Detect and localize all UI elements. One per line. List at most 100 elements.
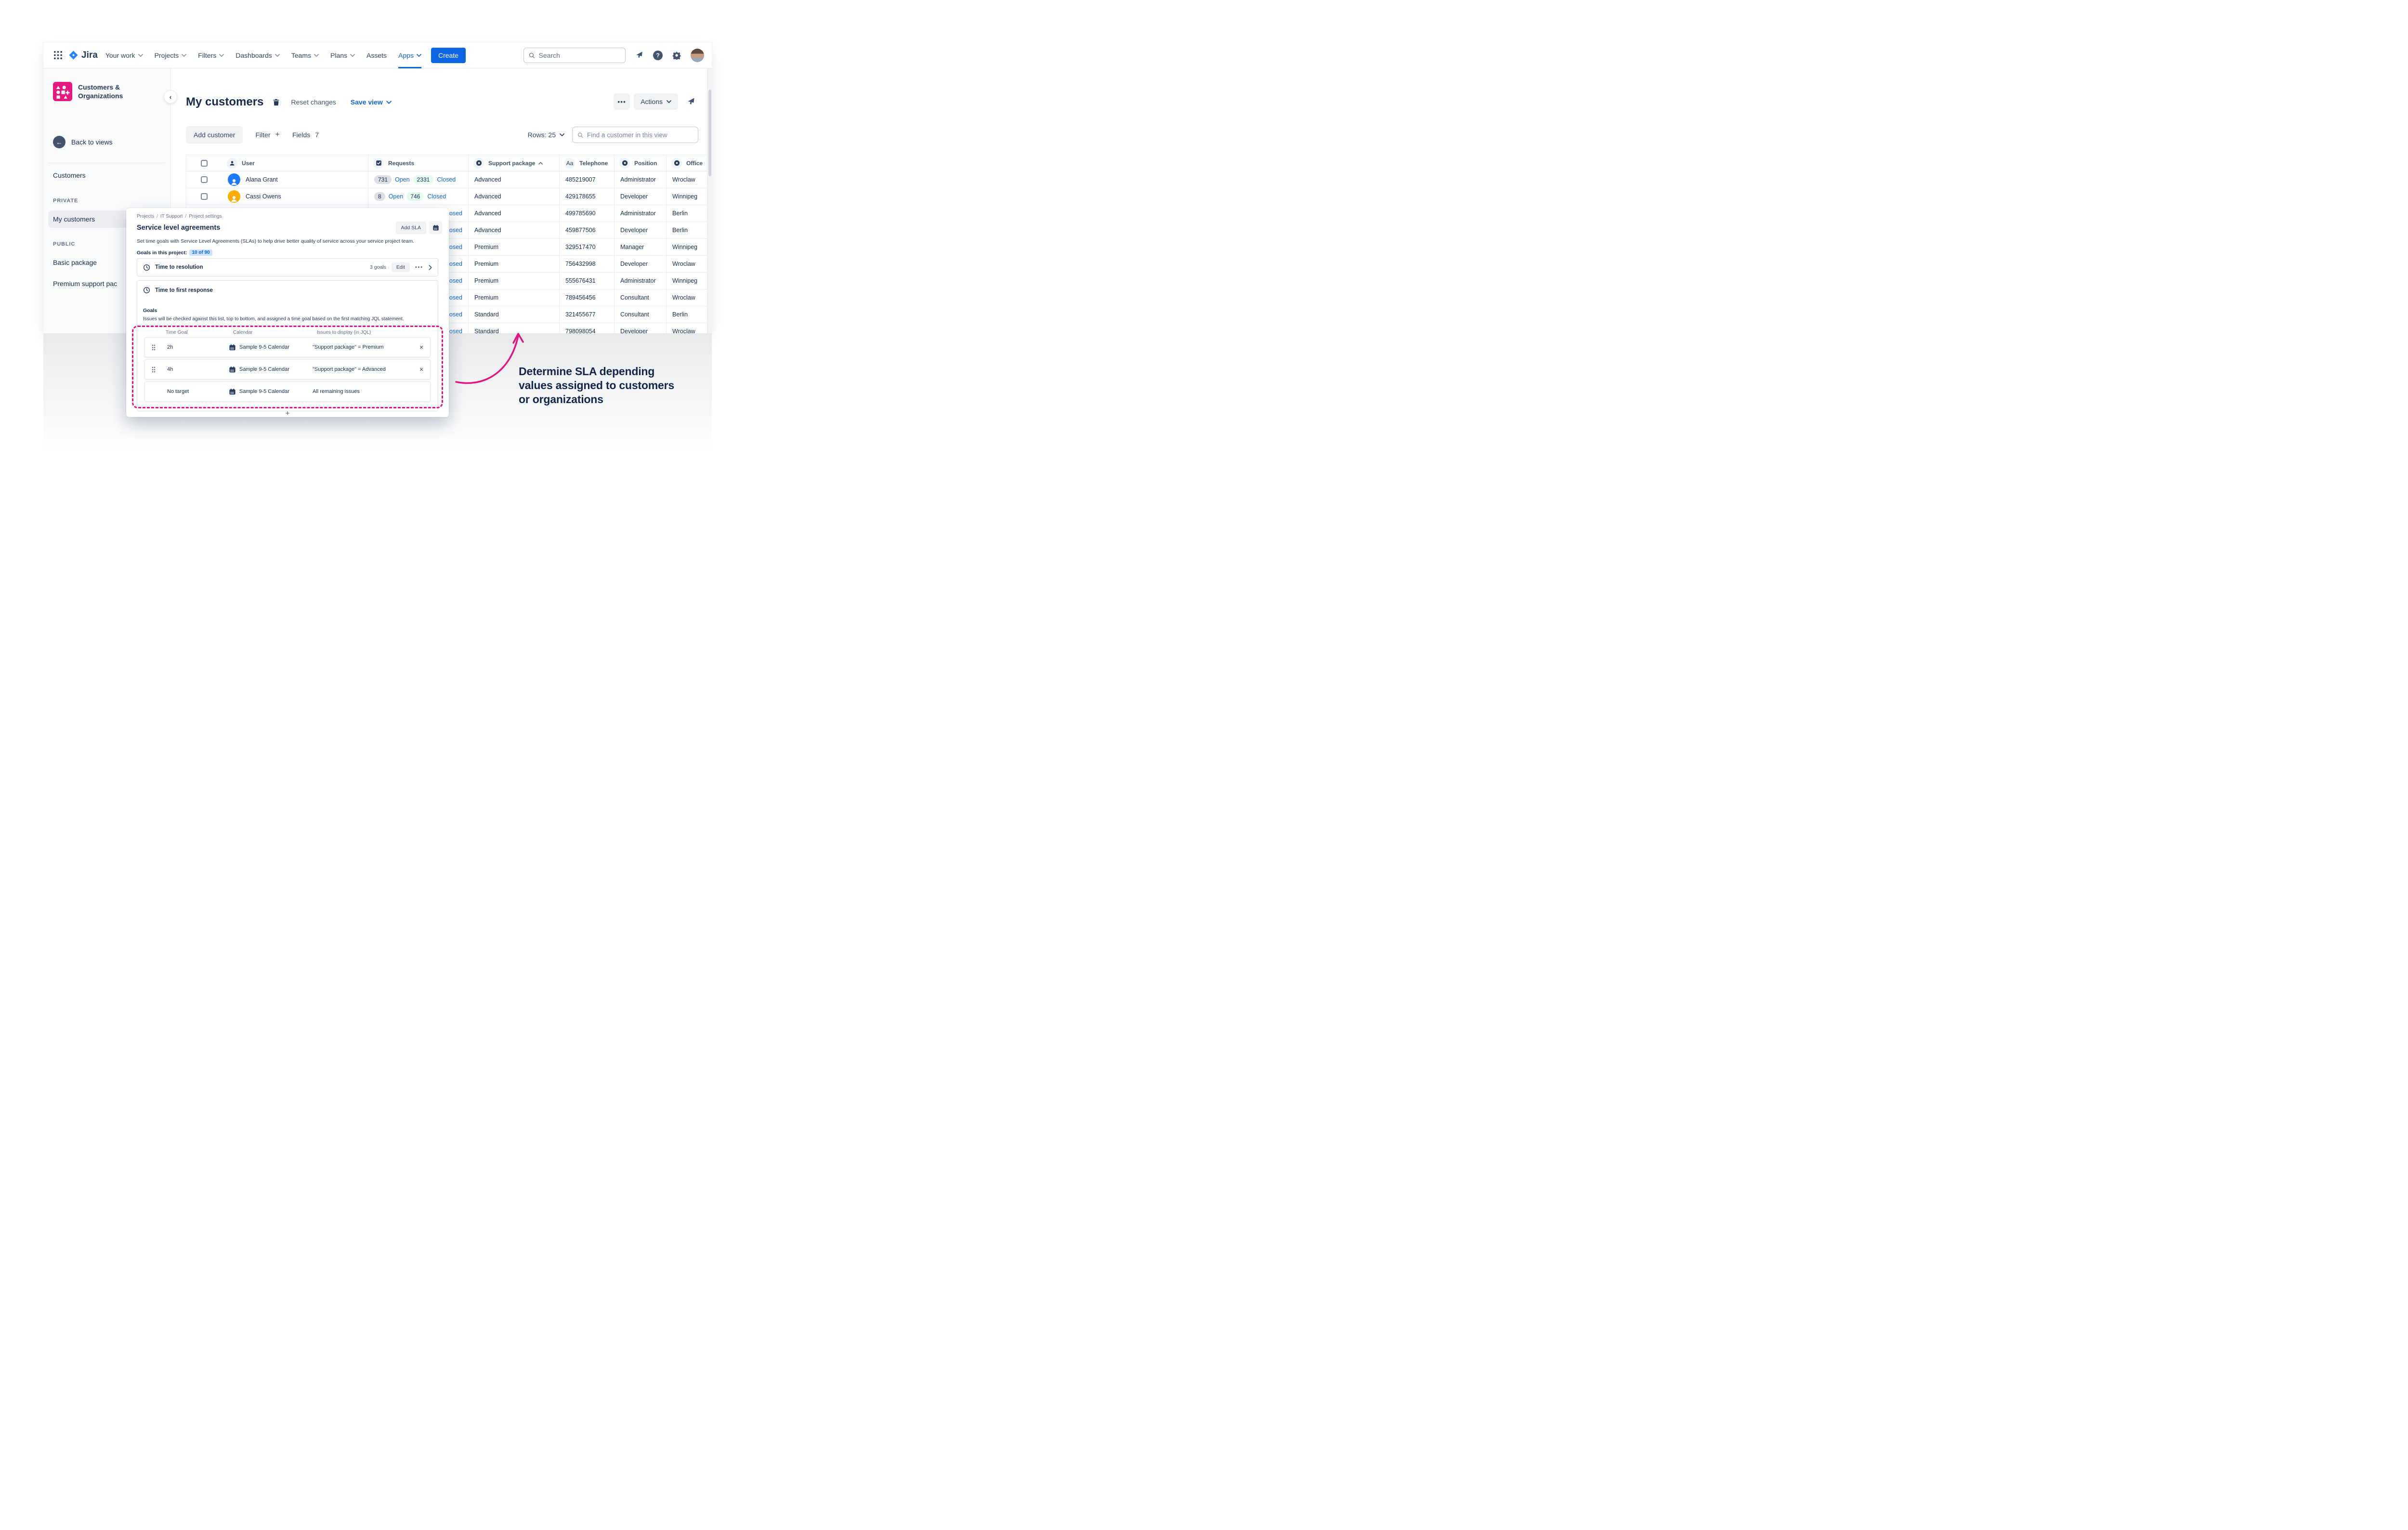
breadcrumb-item[interactable]: IT Support xyxy=(160,214,183,219)
nav-item-dashboards[interactable]: Dashboards xyxy=(236,42,280,68)
breadcrumb-item[interactable]: Project settings xyxy=(189,214,222,219)
help-icon[interactable]: ? xyxy=(653,51,663,60)
breadcrumb-item[interactable]: Projects xyxy=(137,214,154,219)
megaphone-icon[interactable] xyxy=(687,97,695,106)
open-requests-link[interactable]: Open xyxy=(395,176,410,183)
goals-description: Issues will be checked against this list… xyxy=(143,316,432,322)
create-button[interactable]: Create xyxy=(431,48,466,63)
sidebar-item-customers[interactable]: Customers xyxy=(53,171,86,179)
goal-jql: All remaining issues xyxy=(313,389,413,394)
actions-button[interactable]: Actions xyxy=(634,93,678,110)
nav-search[interactable] xyxy=(523,48,626,63)
user-name[interactable]: Cassi Owens xyxy=(246,193,281,200)
trash-icon[interactable] xyxy=(272,98,280,106)
telephone-cell: 756432998 xyxy=(560,256,615,273)
sla-card-time-to-resolution[interactable]: Time to resolution 3 goals Edit ••• xyxy=(137,258,438,276)
goal-col-time: Time Goal xyxy=(162,330,211,335)
row-checkbox[interactable] xyxy=(201,176,208,183)
back-to-views[interactable]: ← Back to views xyxy=(53,136,113,148)
add-sla-button[interactable]: Add SLA xyxy=(396,222,426,234)
select-all-cell xyxy=(186,155,222,171)
telephone-cell: 459877506 xyxy=(560,222,615,239)
column-header-position[interactable]: Position xyxy=(615,155,667,171)
vertical-scrollbar[interactable] xyxy=(707,68,712,333)
find-customer-input[interactable] xyxy=(587,131,693,139)
rows-per-page-select[interactable]: Rows: 25 xyxy=(528,131,564,139)
nav-item-assets[interactable]: Assets xyxy=(366,42,387,68)
nav-item-your-work[interactable]: Your work xyxy=(105,42,143,68)
column-header-requests[interactable]: Requests xyxy=(368,155,469,171)
sidebar-app-title: Customers & Organizations xyxy=(78,83,123,100)
gear-icon[interactable] xyxy=(672,51,681,60)
chevron-right-icon[interactable] xyxy=(429,265,432,270)
closed-requests-link[interactable]: Closed xyxy=(437,176,456,183)
sidebar-item-basic-package[interactable]: Basic package xyxy=(53,259,97,266)
row-checkbox[interactable] xyxy=(201,193,208,200)
goal-row[interactable]: 2h Sample 9-5 Calendar "Support package"… xyxy=(144,337,431,357)
back-to-views-label: Back to views xyxy=(71,138,113,146)
column-header-office[interactable]: Office xyxy=(667,155,707,171)
app-switcher-icon[interactable] xyxy=(51,49,65,62)
checkbox-field-icon xyxy=(373,158,384,169)
calendar-button[interactable] xyxy=(429,221,442,234)
user-name[interactable]: Alana Grant xyxy=(246,176,278,183)
nav-item-projects[interactable]: Projects xyxy=(155,42,187,68)
collapse-chevron-icon: ‹ xyxy=(170,93,172,101)
user-cell: Alana Grant xyxy=(222,171,368,188)
person-icon xyxy=(227,158,237,169)
add-goal-button[interactable]: + xyxy=(126,409,449,418)
telephone-cell: 321455677 xyxy=(560,306,615,323)
support-package-cell: Advanced xyxy=(469,205,560,222)
more-button[interactable]: ••• xyxy=(614,93,630,110)
office-cell: Berlin xyxy=(667,205,707,222)
filter-button[interactable]: Filter + xyxy=(255,131,279,139)
closed-requests-link[interactable]: Closed xyxy=(427,193,446,200)
remove-goal-button[interactable]: ✕ xyxy=(413,366,430,373)
nav-search-input[interactable] xyxy=(538,52,620,59)
nav-item-plans[interactable]: Plans xyxy=(330,42,355,68)
drag-handle[interactable] xyxy=(145,344,162,351)
nav-item-filters[interactable]: Filters xyxy=(198,42,224,68)
nav-right: ? xyxy=(523,48,704,63)
goal-row[interactable]: 4h Sample 9-5 Calendar "Support package"… xyxy=(144,359,431,379)
annotation-line: Determine SLA depending xyxy=(519,365,702,379)
nav-item-teams[interactable]: Teams xyxy=(291,42,319,68)
open-requests-link[interactable]: Open xyxy=(389,193,404,200)
sla-title: Service level agreements xyxy=(137,224,220,232)
table-row[interactable]: Cassi Owens 8 Open 746 Closed Advanced 4… xyxy=(186,188,707,205)
table-row[interactable]: Alana Grant 731 Open 2331 Closed Advance… xyxy=(186,171,707,188)
grid-icon xyxy=(54,51,62,59)
reset-changes-button[interactable]: Reset changes xyxy=(291,98,336,106)
sidebar-item-premium-support[interactable]: Premium support pac xyxy=(53,280,117,288)
jira-logo[interactable]: Jira xyxy=(68,50,98,61)
column-header-telephone[interactable]: Aa Telephone xyxy=(560,155,615,171)
edit-button[interactable]: Edit xyxy=(392,262,410,272)
goals-heading: Goals xyxy=(143,308,157,314)
support-package-cell: Advanced xyxy=(469,222,560,239)
more-options[interactable]: ••• xyxy=(415,264,423,270)
page-title: My customers xyxy=(186,95,263,109)
add-customer-button[interactable]: Add customer xyxy=(186,126,243,144)
scrollbar-thumb[interactable] xyxy=(708,90,711,176)
avatar xyxy=(228,190,240,203)
close-icon: ✕ xyxy=(419,366,423,373)
select-all-checkbox[interactable] xyxy=(201,160,208,167)
office-cell: Wroclaw xyxy=(667,171,707,188)
user-avatar[interactable] xyxy=(691,49,704,62)
megaphone-icon[interactable] xyxy=(635,51,643,59)
goal-row[interactable]: No target Sample 9-5 Calendar All remain… xyxy=(144,381,431,402)
goal-col-jql: Issues to display (in JQL) xyxy=(312,330,413,335)
fields-button[interactable]: Fields 7 xyxy=(292,131,319,139)
find-customer-search[interactable] xyxy=(572,127,698,143)
chevron-down-icon xyxy=(275,54,280,57)
nav-item-apps[interactable]: Apps xyxy=(398,42,421,68)
telephone-cell: 798098054 xyxy=(560,323,615,333)
save-view-button[interactable]: Save view xyxy=(351,98,392,106)
column-header-user[interactable]: User xyxy=(222,155,368,171)
sidebar-collapse-button[interactable]: ‹ xyxy=(164,91,177,103)
column-header-support-package[interactable]: Support package xyxy=(469,155,560,171)
drag-handle[interactable] xyxy=(145,366,162,373)
remove-goal-button[interactable]: ✕ xyxy=(413,344,430,351)
position-cell: Developer xyxy=(615,323,667,333)
chevron-down-icon xyxy=(667,100,671,103)
